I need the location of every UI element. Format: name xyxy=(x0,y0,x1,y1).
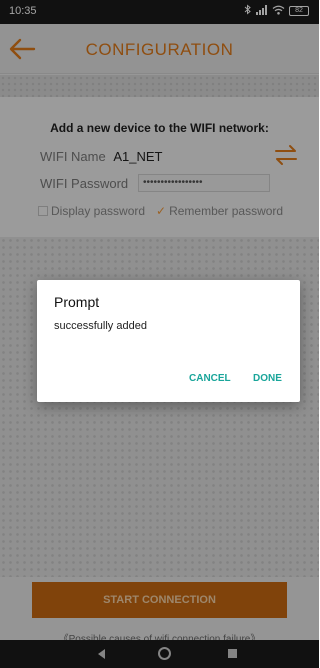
done-button[interactable]: DONE xyxy=(253,373,282,384)
dialog-message: successfully added xyxy=(54,320,147,332)
prompt-dialog: Prompt successfully added CANCEL DONE xyxy=(37,280,300,402)
dialog-title: Prompt xyxy=(54,294,100,310)
app-screen: 10:35 82 CONFIGURATION Add a new device … xyxy=(0,0,319,668)
cancel-button[interactable]: CANCEL xyxy=(189,373,231,384)
